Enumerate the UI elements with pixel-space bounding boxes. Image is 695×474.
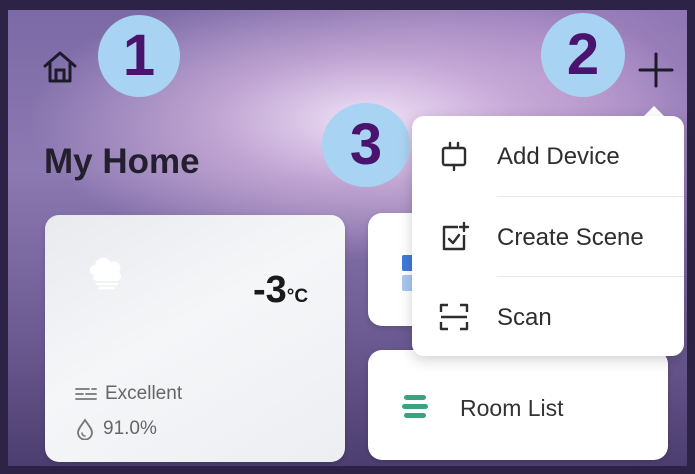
- add-device-icon: [441, 141, 467, 172]
- room-list-label: Room List: [460, 395, 564, 421]
- room-list-card[interactable]: Room List: [368, 350, 668, 460]
- add-menu-dropdown: Add Device Create Scene Scan: [412, 116, 684, 356]
- callout-badge-1: 1: [98, 15, 180, 97]
- page-title: My Home: [44, 142, 200, 181]
- air-quality-icon: [75, 388, 97, 400]
- menu-item-add-device[interactable]: Add Device: [412, 116, 684, 196]
- room-list-icon: [402, 395, 428, 418]
- callout-badge-3: 3: [322, 103, 410, 187]
- menu-item-label: Create Scene: [497, 224, 644, 251]
- humidity-value: 91.0%: [103, 418, 157, 439]
- weather-card[interactable]: -3°C Excellent 91.0%: [45, 215, 345, 462]
- menu-item-label: Scan: [497, 304, 552, 331]
- temperature-readout: -3°C: [253, 269, 308, 312]
- menu-item-label: Add Device: [497, 143, 620, 170]
- menu-item-scan[interactable]: Scan: [412, 277, 684, 357]
- home-icon[interactable]: [42, 50, 78, 84]
- droplet-icon: [77, 418, 93, 440]
- plus-icon[interactable]: [636, 50, 676, 90]
- menu-item-create-scene[interactable]: Create Scene: [412, 197, 684, 277]
- create-scene-icon: [442, 221, 470, 251]
- air-quality-label: Excellent: [105, 383, 183, 404]
- callout-badge-2: 2: [541, 13, 625, 97]
- temperature-value: -3: [253, 269, 287, 311]
- scan-icon: [439, 303, 469, 331]
- temperature-unit: °C: [286, 286, 309, 307]
- air-quality-row: Excellent: [75, 383, 182, 405]
- cloud-icon: [89, 257, 122, 290]
- humidity-row: 91.0%: [75, 418, 157, 440]
